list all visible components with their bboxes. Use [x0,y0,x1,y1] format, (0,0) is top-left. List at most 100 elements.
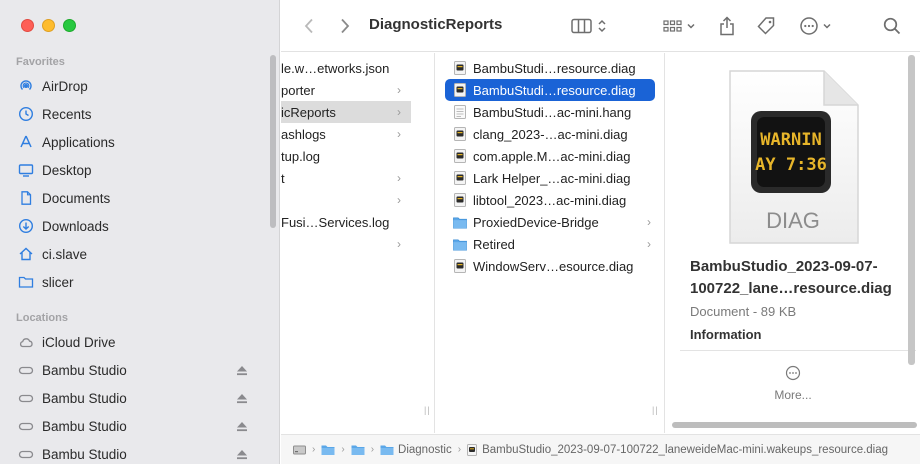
sidebar-item-bambu-studio-2[interactable]: Bambu Studio [10,384,268,412]
sidebar-item-slicer[interactable]: slicer [10,268,268,296]
sidebar-item-bambu-studio-1[interactable]: Bambu Studio [10,356,268,384]
cloud-icon [18,334,34,350]
sidebar-item-documents[interactable]: Documents [10,184,268,212]
item-label: le.w…etworks.json [281,60,390,76]
search-icon [883,17,901,35]
list-item[interactable]: clang_2023-…ac-mini.diag [445,123,655,145]
window-title: DiagnosticReports [369,16,503,33]
list-item[interactable]: Lark Helper_…ac-mini.diag [445,167,655,189]
list-item[interactable]: ashlogs › [281,123,411,145]
desktop-icon [18,162,34,178]
list-item[interactable]: porter › [281,79,411,101]
list-item[interactable]: Fusi…Services.log [281,211,411,233]
disk-icon [18,390,34,406]
close-window-button[interactable] [21,19,34,32]
zoom-window-button[interactable] [63,19,76,32]
search-button[interactable] [881,15,903,37]
disk-icon [18,362,34,378]
group-button[interactable] [659,15,699,37]
eject-icon[interactable] [236,364,248,379]
browser-column-1: le.w…etworks.json porter › icReports › ash… [281,53,435,433]
list-item[interactable]: com.apple.M…ac-mini.diag [445,145,655,167]
back-button[interactable] [301,16,317,36]
diag-file-icon [453,149,467,163]
item-label: Retired [473,236,515,252]
column-resize-handle[interactable]: || [652,405,659,415]
list-item[interactable]: › [281,189,411,211]
sidebar-item-label: ci.slave [42,246,88,262]
tag-button[interactable] [754,15,778,37]
forward-button[interactable] [337,16,353,36]
browser-column-2: BambuStudi…resource.diag BambuStudi…reso… [436,53,665,433]
chevron-right-icon: › [397,105,401,119]
list-item[interactable]: Retired › [445,233,655,255]
action-menu-button[interactable] [797,15,833,37]
horizontal-scrollbar[interactable] [672,422,917,428]
sidebar: Favorites AirDrop Recents Applications D… [0,0,280,464]
preview-pane: WARNIN AY 7:36 DIAG BambuStudio_2023-09-… [680,53,916,420]
list-item-selected[interactable]: icReports › [281,101,411,123]
item-label: ashlogs [281,126,326,142]
list-item[interactable]: WindowServ…esource.diag [445,255,655,277]
item-label: BambuStudi…resource.diag [473,82,636,98]
clock-icon [18,106,34,122]
sidebar-item-bambu-studio-3[interactable]: Bambu Studio [10,412,268,440]
eject-icon[interactable] [236,448,248,463]
path-separator-icon: › [341,444,345,455]
preview-information-header: Information [690,327,762,342]
text-file-icon [453,105,467,119]
chevron-down-icon [686,23,695,29]
eject-icon[interactable] [236,392,248,407]
list-item[interactable]: ProxiedDevice-Bridge › [445,211,655,233]
sidebar-item-ci-slave[interactable]: ci.slave [10,240,268,268]
path-segment-diagnostic[interactable]: Diagnostic [380,444,452,456]
item-label: ProxiedDevice-Bridge [473,214,599,230]
item-label: WindowServ…esource.diag [473,258,634,274]
list-item[interactable]: BambuStudi…resource.diag [445,57,655,79]
folder-icon [453,215,467,229]
path-segment-file[interactable]: BambuStudio_2023-09-07-100722_laneweideM… [467,443,888,456]
list-item-selected[interactable]: BambuStudi…resource.diag [445,79,655,101]
sidebar-item-airdrop[interactable]: AirDrop [10,72,268,100]
item-label: com.apple.M…ac-mini.diag [473,148,631,164]
sidebar-item-label: AirDrop [42,78,88,94]
sidebar-item-desktop[interactable]: Desktop [10,156,268,184]
list-item[interactable]: tup.log [281,145,411,167]
path-segment-folder[interactable] [321,444,335,456]
favorites-header: Favorites [16,56,65,68]
list-item[interactable]: › [281,233,411,255]
sidebar-item-label: Documents [42,190,111,206]
more-button[interactable]: More... [768,365,818,402]
path-bar: › › › Diagnostic › BambuStudio_2023-09-0… [281,434,920,464]
sidebar-scrollbar[interactable] [270,55,276,228]
share-button[interactable] [716,14,738,38]
sidebar-item-label: Applications [42,134,115,150]
item-label: icReports [281,104,336,120]
list-item[interactable]: t › [281,167,411,189]
list-item[interactable]: BambuStudi…ac-mini.hang [445,101,655,123]
toolbar: DiagnosticReports [281,0,920,52]
chevron-right-icon: › [397,237,401,251]
path-segment-folder[interactable] [351,444,365,456]
folder-icon [18,274,34,290]
sidebar-item-icloud-drive[interactable]: iCloud Drive [10,328,268,356]
minimize-window-button[interactable] [42,19,55,32]
ellipsis-circle-icon [799,17,818,35]
list-item[interactable]: libtool_2023…ac-mini.diag [445,189,655,211]
preview-icon-extension: DIAG [766,208,820,233]
path-segment-disk[interactable] [293,444,306,456]
path-separator-icon: › [312,444,316,455]
chevron-down-icon [822,23,831,29]
sidebar-item-recents[interactable]: Recents [10,100,268,128]
view-mode-button[interactable] [567,15,611,37]
preview-scrollbar[interactable] [908,55,915,365]
home-icon [18,246,34,262]
eject-icon[interactable] [236,420,248,435]
sidebar-item-downloads[interactable]: Downloads [10,212,268,240]
column-resize-handle[interactable]: || [424,405,431,415]
airdrop-icon [18,78,34,94]
chevron-left-icon [304,18,313,34]
list-item[interactable]: le.w…etworks.json [281,57,411,79]
sidebar-item-applications[interactable]: Applications [10,128,268,156]
sidebar-item-bambu-studio-4[interactable]: Bambu Studio [10,440,268,464]
